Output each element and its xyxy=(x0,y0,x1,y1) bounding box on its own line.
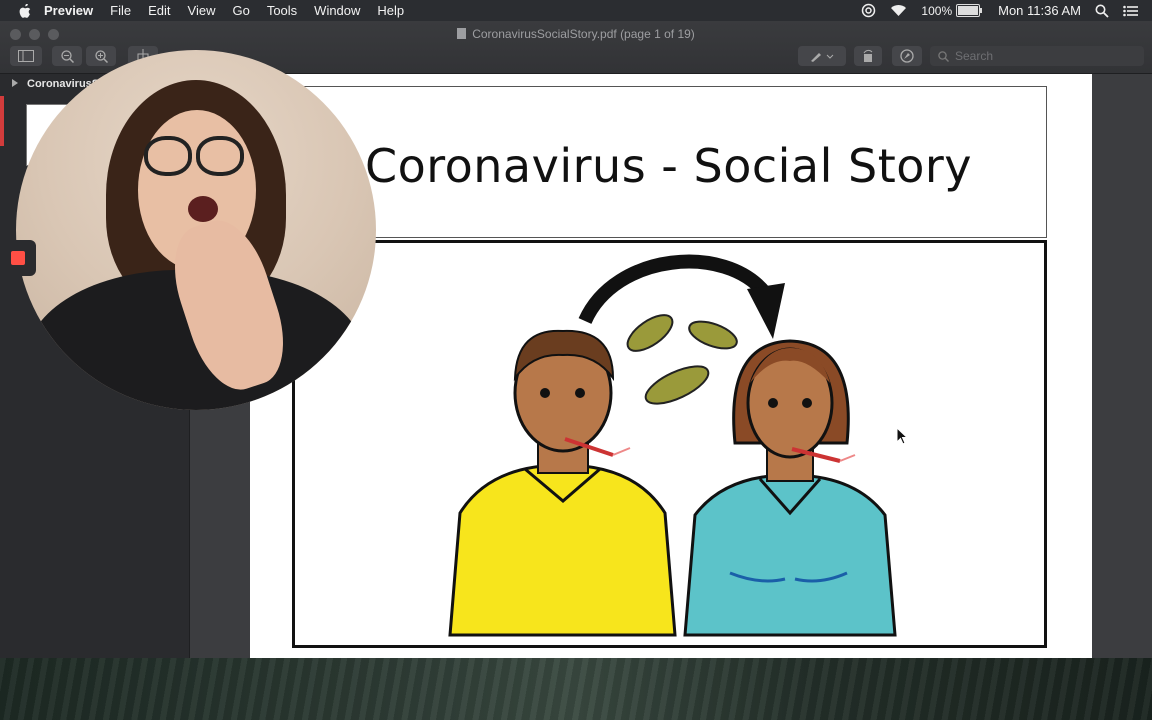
zoom-out-icon xyxy=(60,49,74,63)
creative-cloud-icon[interactable] xyxy=(861,3,876,18)
wifi-icon[interactable] xyxy=(890,4,907,17)
menu-go[interactable]: Go xyxy=(232,3,249,18)
apple-icon[interactable] xyxy=(18,3,32,18)
pdf-page: Coronavirus - Social Story xyxy=(250,74,1092,658)
markup-pen-button[interactable] xyxy=(798,46,846,66)
battery-percent[interactable]: 100% xyxy=(921,4,952,18)
sidebar-toggle-button[interactable] xyxy=(10,46,42,66)
presenter-mouth xyxy=(188,196,218,222)
clock[interactable]: Mon 11:36 AM xyxy=(998,3,1081,18)
mouse-pointer-icon xyxy=(896,427,908,445)
stop-recording-button[interactable] xyxy=(0,240,36,276)
zoom-in-icon xyxy=(94,49,108,63)
selection-indicator xyxy=(0,96,4,146)
sidebar-icon xyxy=(18,50,34,62)
window-title: CoronavirusSocialStory.pdf (page 1 of 19… xyxy=(0,27,1152,41)
pen-icon xyxy=(811,53,834,62)
germ-icon xyxy=(626,314,738,405)
markup-toolbar-button[interactable] xyxy=(892,46,922,66)
desktop-wallpaper xyxy=(0,658,1152,720)
menu-app-preview[interactable]: Preview xyxy=(44,3,93,18)
document-heading: Coronavirus - Social Story xyxy=(364,139,973,193)
germ-transmission-illustration xyxy=(448,254,897,637)
arrow-head-icon xyxy=(747,283,785,339)
glasses-left xyxy=(144,136,192,176)
search-placeholder: Search xyxy=(955,49,994,63)
menu-edit[interactable]: Edit xyxy=(148,3,170,18)
rotate-icon xyxy=(863,49,873,62)
title-box: Coronavirus - Social Story xyxy=(290,86,1047,238)
glasses-right xyxy=(196,136,244,176)
spotlight-search-icon[interactable] xyxy=(1095,4,1109,18)
document-icon xyxy=(457,28,467,39)
rotate-button[interactable] xyxy=(854,46,882,66)
markup-icon xyxy=(900,49,914,63)
search-icon xyxy=(938,50,949,62)
menu-bar: Preview File Edit View Go Tools Window H… xyxy=(0,0,1152,21)
notification-center-icon[interactable] xyxy=(1123,5,1138,17)
sick-man-figure xyxy=(448,329,677,637)
menu-window[interactable]: Window xyxy=(314,3,360,18)
battery-icon[interactable] xyxy=(956,4,983,17)
search-field[interactable]: Search xyxy=(930,46,1144,66)
menu-tools[interactable]: Tools xyxy=(267,3,297,18)
disclosure-triangle-icon[interactable] xyxy=(12,79,18,87)
menu-file[interactable]: File xyxy=(110,3,131,18)
menu-view[interactable]: View xyxy=(188,3,216,18)
zoom-out-button[interactable] xyxy=(52,46,82,66)
zoom-in-button[interactable] xyxy=(86,46,116,66)
illustration-frame xyxy=(292,240,1047,648)
menu-help[interactable]: Help xyxy=(377,3,404,18)
webcam-presenter-bubble xyxy=(16,50,376,410)
sick-woman-figure xyxy=(683,339,897,637)
